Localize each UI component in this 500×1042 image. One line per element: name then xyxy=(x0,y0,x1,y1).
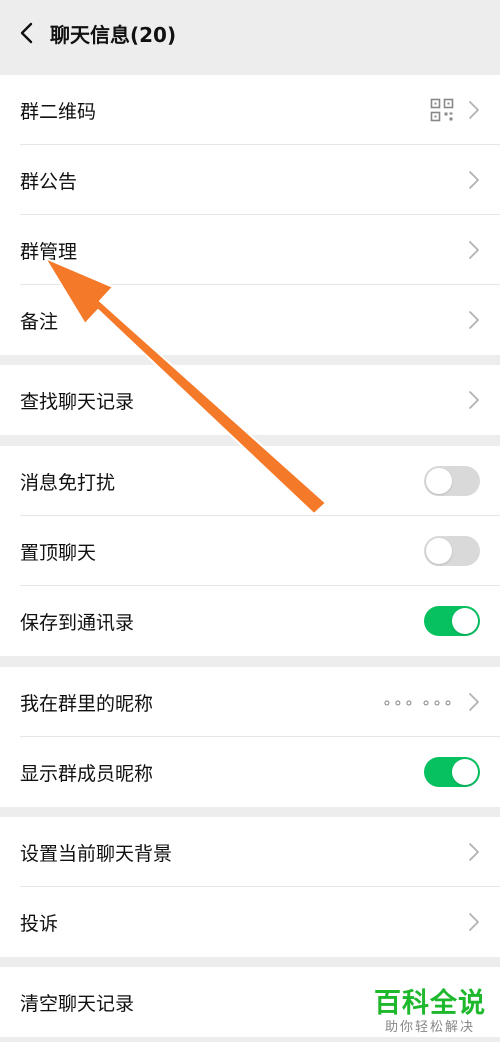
save-to-contacts-label: 保存到通讯录 xyxy=(20,611,135,634)
mute-label: 消息免打扰 xyxy=(20,471,116,494)
search-history-label: 查找聊天记录 xyxy=(20,390,135,413)
search-section: 查找聊天记录 xyxy=(0,365,500,435)
chevron-right-icon xyxy=(469,913,479,931)
show-nicknames-row: 显示群成员昵称 xyxy=(0,737,500,807)
group-announcement-row[interactable]: 群公告 xyxy=(0,145,500,215)
group-management-label: 群管理 xyxy=(20,240,78,263)
watermark-sub-text: 助你轻松解决 xyxy=(384,1020,475,1035)
search-history-row[interactable]: 查找聊天记录 xyxy=(0,365,500,435)
pin-chat-row: 置顶聊天 xyxy=(0,516,500,586)
mute-toggle[interactable] xyxy=(424,466,480,496)
chevron-right-icon xyxy=(469,241,479,259)
report-label: 投诉 xyxy=(20,912,59,935)
group-announcement-label: 群公告 xyxy=(20,170,78,193)
chevron-right-icon xyxy=(469,311,479,329)
chevron-right-icon xyxy=(469,843,479,861)
top-bar: 聊天信息(20) xyxy=(0,0,500,66)
pin-chat-toggle[interactable] xyxy=(424,536,480,566)
report-row[interactable]: 投诉 xyxy=(0,887,500,957)
my-nickname-value: ∘∘∘ ∘∘∘ xyxy=(381,692,454,712)
chat-settings-section: 消息免打扰 置顶聊天 保存到通讯录 xyxy=(0,446,500,656)
qr-code-icon xyxy=(430,98,454,122)
pin-chat-label: 置顶聊天 xyxy=(20,541,97,564)
save-to-contacts-row: 保存到通讯录 xyxy=(0,586,500,656)
chat-background-row[interactable]: 设置当前聊天背景 xyxy=(0,817,500,887)
remark-row[interactable]: 备注 xyxy=(0,285,500,355)
save-to-contacts-toggle[interactable] xyxy=(424,606,480,636)
page-title: 聊天信息(20) xyxy=(50,22,177,47)
show-nicknames-label: 显示群成员昵称 xyxy=(20,762,154,785)
clear-history-label: 清空聊天记录 xyxy=(20,992,135,1015)
remark-label: 备注 xyxy=(20,310,59,333)
group-section: 群二维码 群公告 群管理 备注 xyxy=(0,75,500,355)
show-nicknames-toggle[interactable] xyxy=(424,757,480,787)
group-qr-code-row[interactable]: 群二维码 xyxy=(0,75,500,145)
watermark-logo: 百科全说 助你轻松解决 xyxy=(374,988,486,1036)
mute-row: 消息免打扰 xyxy=(0,446,500,516)
chevron-right-icon xyxy=(469,171,479,189)
chevron-left-icon[interactable] xyxy=(6,0,46,66)
nickname-section: 我在群里的昵称 ∘∘∘ ∘∘∘ 显示群成员昵称 xyxy=(0,667,500,807)
misc-section: 设置当前聊天背景 投诉 xyxy=(0,817,500,957)
chevron-right-icon xyxy=(469,693,479,711)
group-management-row[interactable]: 群管理 xyxy=(0,215,500,285)
chevron-right-icon xyxy=(469,101,479,119)
chat-background-label: 设置当前聊天背景 xyxy=(20,842,173,865)
chevron-right-icon xyxy=(469,391,479,409)
watermark-main-text: 百科全说 xyxy=(374,988,486,1019)
my-nickname-row[interactable]: 我在群里的昵称 ∘∘∘ ∘∘∘ xyxy=(0,667,500,737)
group-qr-code-label: 群二维码 xyxy=(20,100,97,123)
my-nickname-label: 我在群里的昵称 xyxy=(20,692,154,715)
